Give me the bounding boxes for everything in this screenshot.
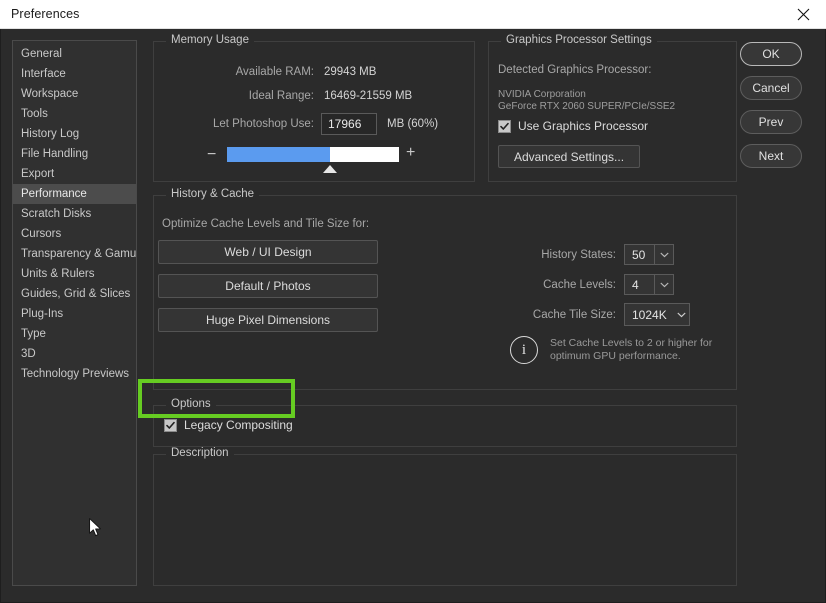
- graphics-processor-group: Graphics Processor Settings Detected Gra…: [488, 34, 737, 182]
- window-title: Preferences: [11, 7, 80, 21]
- chevron-down-icon[interactable]: [654, 245, 673, 264]
- sidebar-item-export[interactable]: Export: [13, 164, 136, 184]
- close-icon[interactable]: [780, 0, 826, 28]
- sidebar-item-technology-previews[interactable]: Technology Previews: [13, 364, 136, 384]
- advanced-settings-button[interactable]: Advanced Settings...: [498, 145, 640, 168]
- cache-levels-select[interactable]: 4: [624, 274, 674, 295]
- sidebar-item-type[interactable]: Type: [13, 324, 136, 344]
- sidebar-item-file-handling[interactable]: File Handling: [13, 144, 136, 164]
- history-states-value: 50: [632, 247, 646, 262]
- use-graphics-processor-checkbox[interactable]: Use Graphics Processor: [498, 119, 648, 133]
- sidebar-item-cursors[interactable]: Cursors: [13, 224, 136, 244]
- history-states-label: History States:: [541, 249, 616, 261]
- sidebar-item-units-rulers[interactable]: Units & Rulers: [13, 264, 136, 284]
- sidebar-item-tools[interactable]: Tools: [13, 104, 136, 124]
- sidebar-item-scratch-disks[interactable]: Scratch Disks: [13, 204, 136, 224]
- sidebar-item-interface[interactable]: Interface: [13, 64, 136, 84]
- web-ui-design-button[interactable]: Web / UI Design: [158, 240, 378, 264]
- description-legend: Description: [166, 447, 234, 459]
- checkmark-icon: [164, 418, 177, 432]
- legacy-compositing-checkbox[interactable]: Legacy Compositing: [164, 418, 293, 432]
- checkmark-icon: [498, 119, 511, 133]
- chevron-down-icon[interactable]: [673, 304, 689, 325]
- default-photos-button[interactable]: Default / Photos: [158, 274, 378, 298]
- graphics-processor-legend: Graphics Processor Settings: [501, 34, 657, 46]
- cancel-button[interactable]: Cancel: [740, 76, 802, 100]
- history-cache-legend: History & Cache: [166, 188, 260, 200]
- info-icon: i: [510, 336, 538, 364]
- gpu-vendor: NVIDIA Corporation: [498, 89, 586, 100]
- huge-pixel-dimensions-button[interactable]: Huge Pixel Dimensions: [158, 308, 378, 332]
- use-graphics-processor-label: Use Graphics Processor: [518, 119, 649, 133]
- history-states-select[interactable]: 50: [624, 244, 674, 265]
- sidebar-item-general[interactable]: General: [13, 44, 136, 64]
- memory-usage-legend: Memory Usage: [166, 34, 254, 46]
- memory-slider-thumb[interactable]: [323, 165, 338, 173]
- cache-levels-value: 4: [632, 277, 639, 292]
- cache-info-line-1: Set Cache Levels to 2 or higher for: [550, 337, 713, 349]
- chevron-down-icon[interactable]: [654, 275, 673, 294]
- prev-button[interactable]: Prev: [740, 110, 802, 134]
- legacy-compositing-label: Legacy Compositing: [184, 418, 293, 432]
- optimize-cache-label: Optimize Cache Levels and Tile Size for:: [162, 218, 370, 230]
- sidebar-item-3d[interactable]: 3D: [13, 344, 136, 364]
- cache-tile-size-value: 1024K: [632, 307, 667, 322]
- sidebar-item-workspace[interactable]: Workspace: [13, 84, 136, 104]
- options-group: Options Legacy Compositing: [153, 398, 737, 447]
- minus-icon[interactable]: −: [207, 147, 216, 163]
- sidebar-item-transparency-gamut[interactable]: Transparency & Gamut: [13, 244, 136, 264]
- cache-levels-label: Cache Levels:: [543, 279, 616, 291]
- ideal-range-label: Ideal Range:: [248, 90, 314, 102]
- let-photoshop-use-input[interactable]: [321, 113, 377, 135]
- plus-icon[interactable]: +: [406, 145, 415, 161]
- memory-slider-track[interactable]: [227, 147, 399, 162]
- ideal-range-value: 16469-21559 MB: [324, 90, 413, 102]
- preferences-window: Preferences General Interface Workspace …: [0, 0, 826, 603]
- options-legend: Options: [166, 398, 216, 410]
- preferences-category-list[interactable]: General Interface Workspace Tools Histor…: [12, 40, 137, 586]
- cache-tile-size-label: Cache Tile Size:: [532, 309, 616, 321]
- next-button[interactable]: Next: [740, 144, 802, 168]
- memory-unit-percent: MB (60%): [387, 118, 439, 130]
- dialog-body: General Interface Workspace Tools Histor…: [0, 29, 826, 603]
- memory-slider-fill: [227, 147, 331, 162]
- ok-button[interactable]: OK: [740, 42, 802, 66]
- gpu-model: GeForce RTX 2060 SUPER/PCIe/SSE2: [498, 101, 676, 112]
- memory-usage-group: Memory Usage Available RAM: 29943 MB Ide…: [153, 34, 475, 182]
- available-ram-value: 29943 MB: [324, 66, 377, 78]
- sidebar-item-plug-ins[interactable]: Plug-Ins: [13, 304, 136, 324]
- let-photoshop-use-label: Let Photoshop Use:: [212, 118, 314, 130]
- cache-info-line-2: optimum GPU performance.: [550, 350, 681, 362]
- history-cache-group: History & Cache Optimize Cache Levels an…: [153, 188, 737, 390]
- sidebar-item-history-log[interactable]: History Log: [13, 124, 136, 144]
- cache-tile-size-select[interactable]: 1024K: [624, 303, 690, 326]
- available-ram-label: Available RAM:: [235, 66, 314, 78]
- sidebar-item-guides-grid-slices[interactable]: Guides, Grid & Slices: [13, 284, 136, 304]
- description-group: Description: [153, 447, 737, 586]
- title-bar: Preferences: [0, 0, 826, 29]
- sidebar-item-performance[interactable]: Performance: [13, 184, 136, 204]
- detected-gpu-label: Detected Graphics Processor:: [498, 64, 652, 76]
